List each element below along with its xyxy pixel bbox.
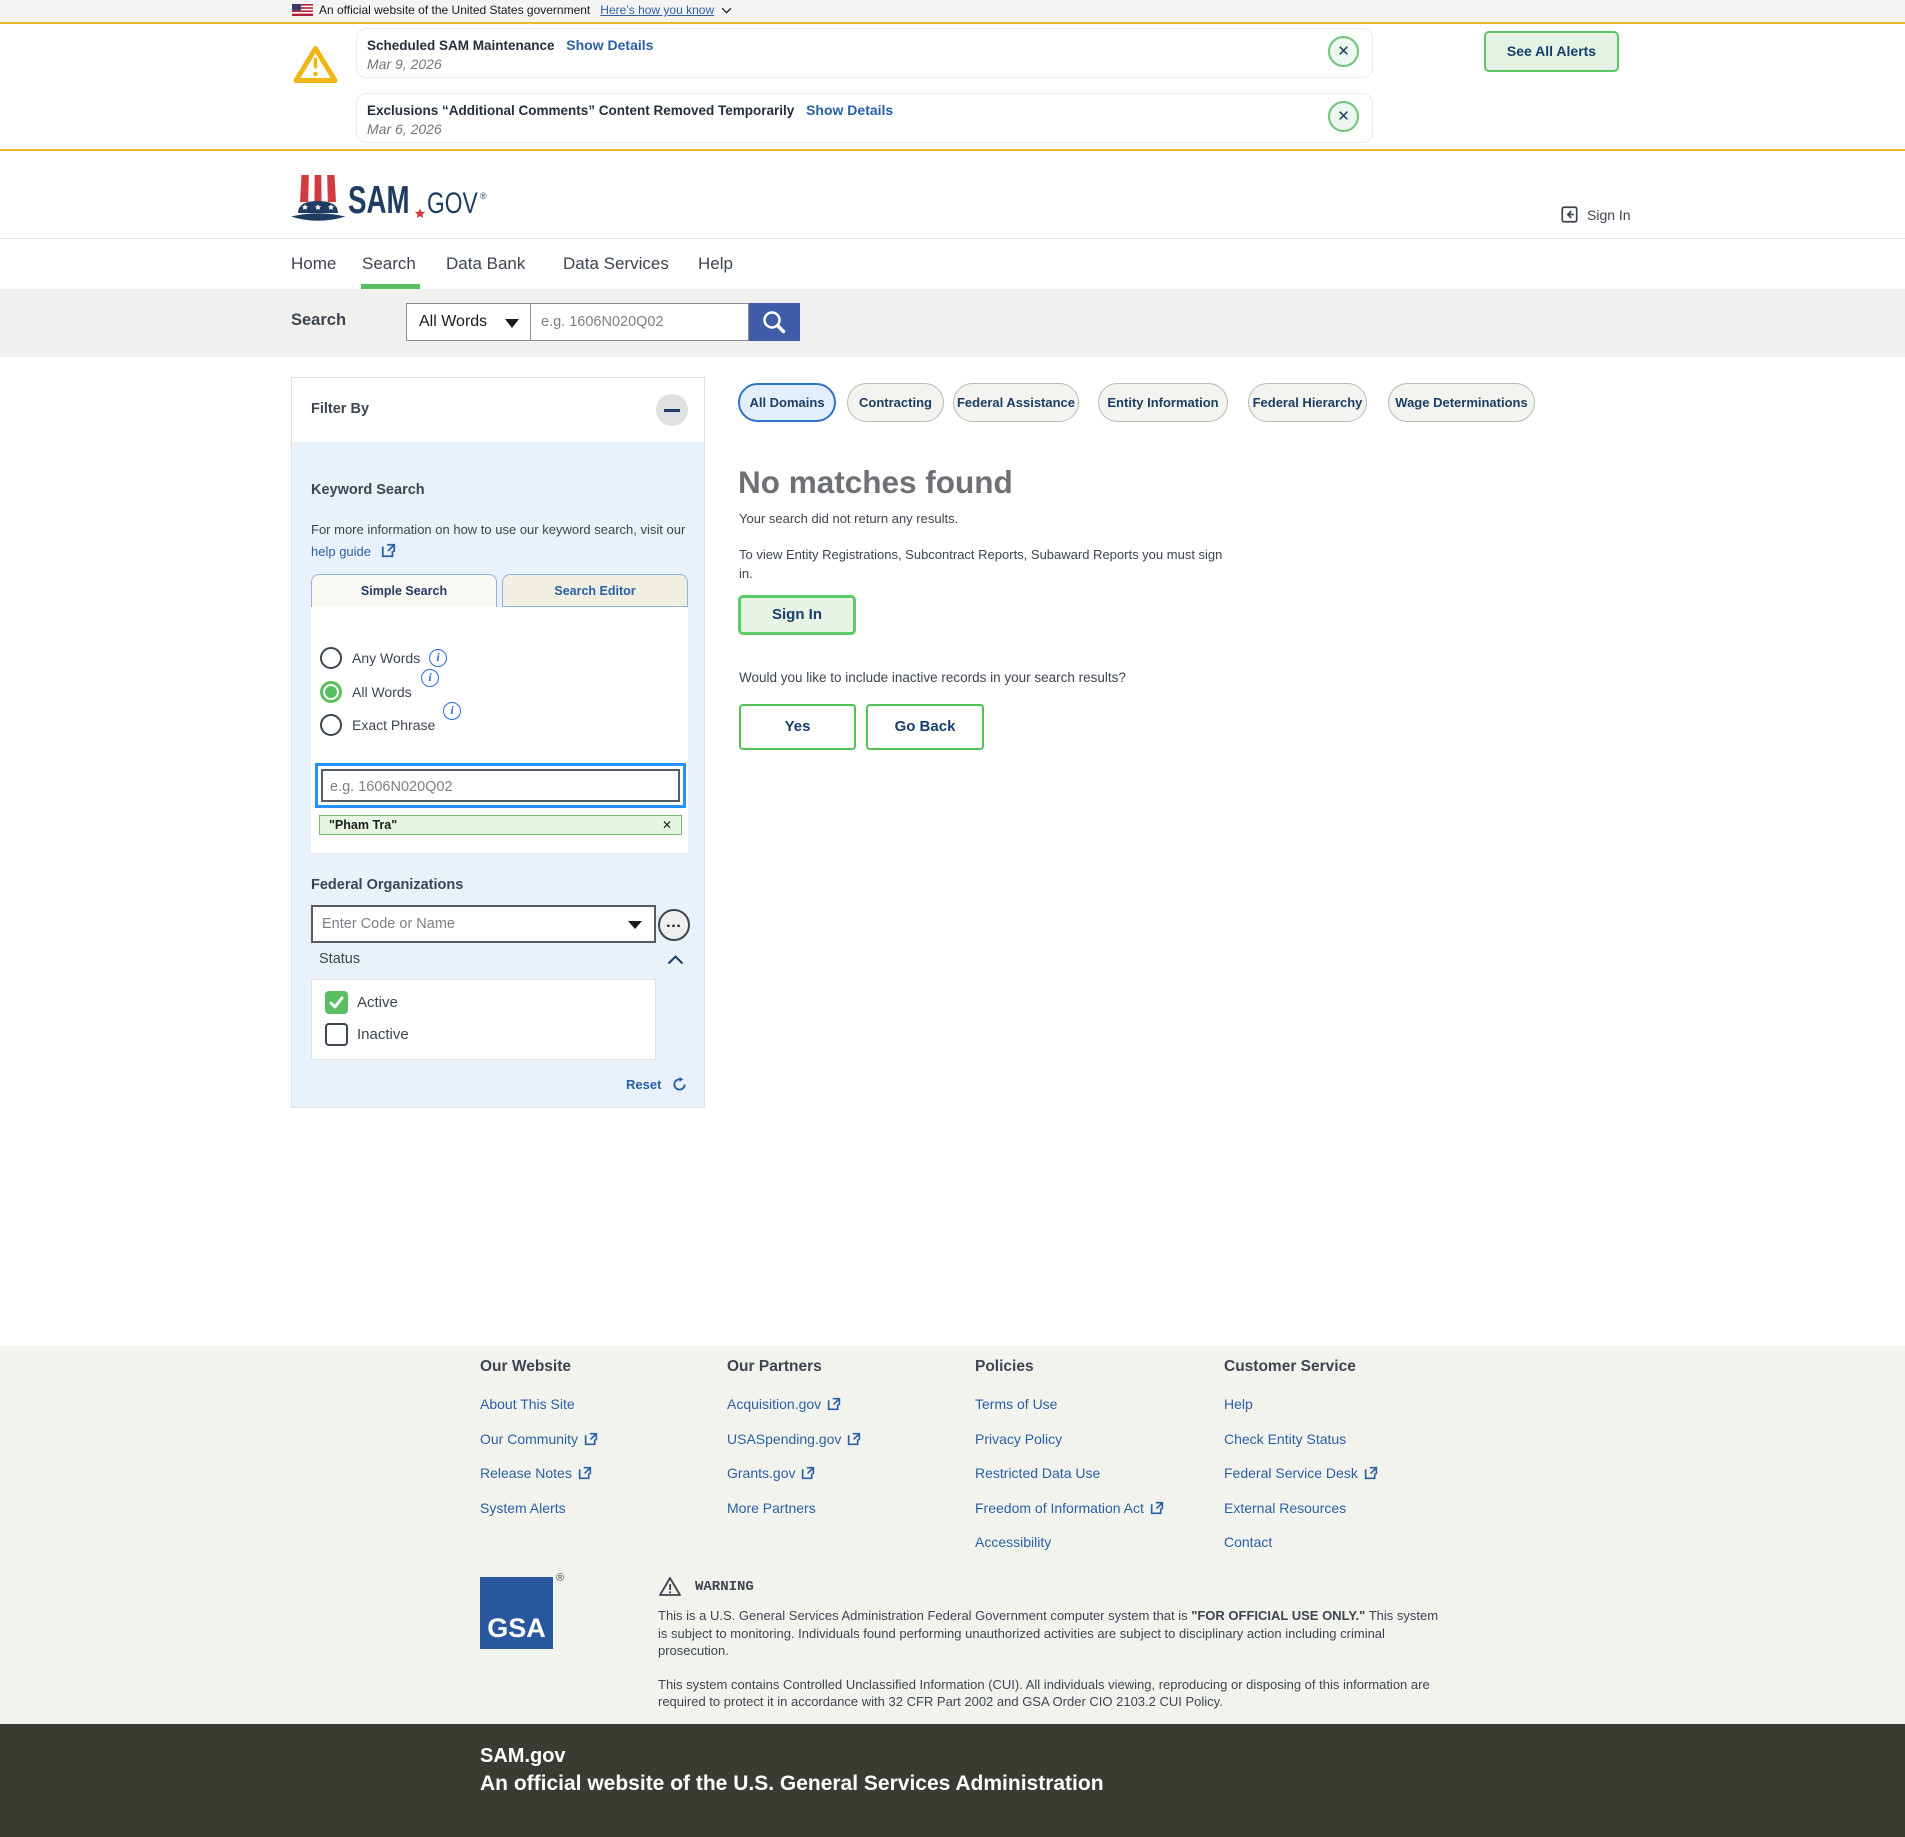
svg-text:SAM: SAM [348,178,410,222]
svg-text:®: ® [480,191,487,201]
svg-text:GOV: GOV [427,186,478,220]
